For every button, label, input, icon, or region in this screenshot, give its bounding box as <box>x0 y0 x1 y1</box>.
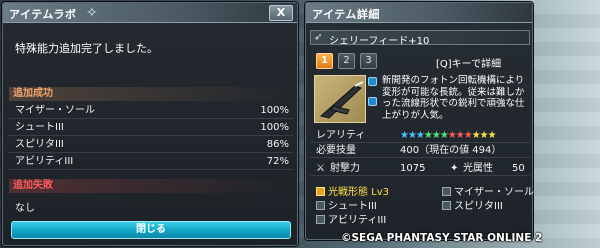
ability-icon <box>442 187 451 196</box>
required-skill-row: 必要技量 400（現在の値 494） <box>310 144 530 158</box>
ability-icon <box>316 215 325 224</box>
status-icon <box>368 77 377 86</box>
detail-hint: [Q]キーで詳細 <box>436 59 502 70</box>
ability-icon <box>316 187 325 196</box>
ability-rate: 72% <box>266 156 289 167</box>
success-row: スピリタIII 86% <box>9 137 293 153</box>
item-detail-title: アイテム詳細 <box>312 8 380 21</box>
ability-name: マイザー・ソール <box>15 105 95 116</box>
sword-icon: ⚔ <box>316 163 325 174</box>
success-header: 追加成功 <box>9 87 293 101</box>
item-detail-titlebar: アイテム詳細 <box>306 3 532 23</box>
ability-name: アビリティIII <box>15 156 74 167</box>
item-name: シェリーフィード+10 <box>329 36 430 47</box>
rarity-label: レアリティ <box>316 130 366 141</box>
ability-rate: 100% <box>260 122 289 133</box>
rarity-stars: ★★★★★★★★★★★★ <box>400 130 497 141</box>
ability-rate: 100% <box>260 105 289 116</box>
rifle-icon: ➶ <box>314 32 323 43</box>
sparkle-icon: ✧ <box>86 5 98 21</box>
ability-slot: シュートIII <box>316 197 377 212</box>
tab-2[interactable]: 2 <box>338 53 355 69</box>
status-icon <box>368 97 377 106</box>
ability-slot: スピリタIII <box>442 197 503 212</box>
item-lab-title: アイテムラボ <box>9 8 77 21</box>
rarity-row: レアリティ ★★★★★★★★★★★★ <box>310 129 530 143</box>
success-row: アビリティIII 72% <box>9 154 293 170</box>
ability-name: シュートIII <box>15 122 64 133</box>
element-label: 光属性 <box>463 163 493 174</box>
tab-3[interactable]: 3 <box>360 53 377 69</box>
ability-icon <box>316 201 325 210</box>
element-value: 50 <box>512 163 525 174</box>
weapon-thumbnail <box>314 75 366 123</box>
tab-1[interactable]: 1 <box>316 53 333 69</box>
close-x-button[interactable]: X <box>269 5 293 21</box>
item-name-bar: ➶ シェリーフィード+10 <box>310 30 530 47</box>
light-element-icon: ✦ <box>450 163 459 174</box>
close-button[interactable]: 閉じる <box>11 221 291 239</box>
weapon-image <box>319 81 364 119</box>
success-row: シュートIII 100% <box>9 120 293 136</box>
completion-message: 特殊能力追加完了しました。 <box>15 42 158 55</box>
item-lab-panel: アイテムラボ ✧ X 特殊能力追加完了しました。 追加成功 マイザー・ソール 1… <box>2 2 298 246</box>
copyright-text: ©SEGA PHANTASY STAR ONLINE 2 <box>341 232 543 244</box>
ability-slot: アビリティIII <box>316 211 386 226</box>
attack-row: ⚔ 射撃力 1075 ✦ 光属性 50 <box>310 162 530 176</box>
required-skill-label: 必要技量 <box>316 145 356 156</box>
shooting-value: 1075 <box>400 163 426 174</box>
fail-value: なし <box>15 203 35 214</box>
fail-header: 追加失敗 <box>9 179 293 193</box>
item-lab-titlebar: アイテムラボ ✧ X <box>3 3 297 23</box>
item-description: 新開発のフォトン回転機構により変形が可能な長銃。従来は難しかった流線形状での鋭利… <box>382 75 525 121</box>
item-detail-panel: アイテム詳細 ➶ シェリーフィード+10 1 2 3 [Q]キーで詳細 新開発の… <box>305 2 534 240</box>
shooting-label: 射撃力 <box>330 163 360 174</box>
ability-name: スピリタIII <box>15 139 64 150</box>
ability-rate: 86% <box>266 139 289 150</box>
ability-icon <box>442 201 451 210</box>
success-row: マイザー・ソール 100% <box>9 103 293 119</box>
ability-slot: 光戦形態 Lv3 <box>316 183 389 198</box>
ability-slot: マイザー・ソール <box>442 183 534 198</box>
required-skill-value: 400（現在の値 494） <box>400 145 502 156</box>
